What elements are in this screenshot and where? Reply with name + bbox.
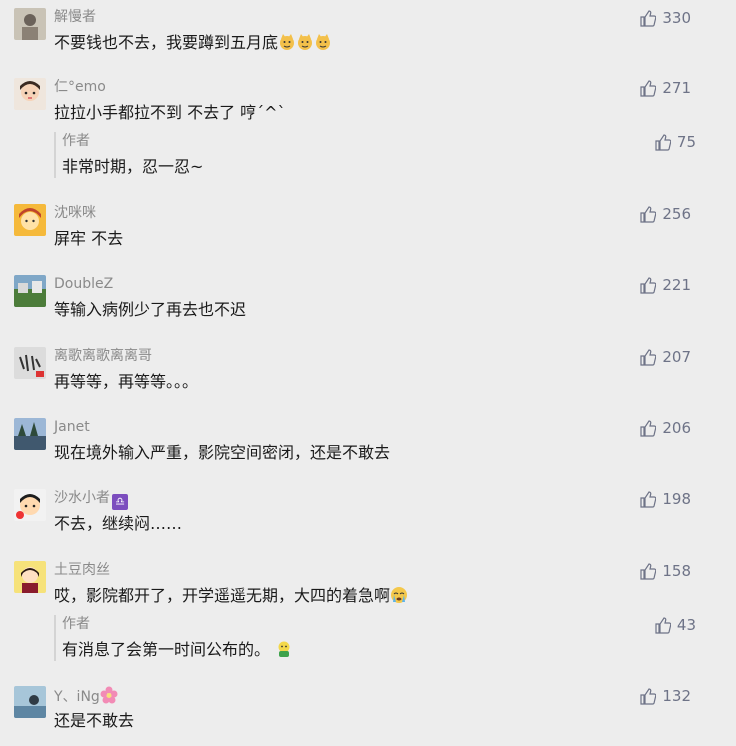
comment-text: 不要钱也不去，我要蹲到五月底 (54, 32, 332, 54)
nickname[interactable]: 离歌离歌离离哥 (54, 347, 152, 365)
like-count: 221 (662, 276, 691, 294)
avatar[interactable] (14, 8, 46, 40)
like-button[interactable]: 206 (640, 418, 691, 438)
like-count: 43 (676, 616, 696, 634)
comment-text-body: 不要钱也不去，我要蹲到五月底 (54, 33, 279, 52)
cat-face-emoji (296, 33, 314, 52)
reply-author: 作者 (62, 133, 90, 149)
reply-text: 有消息了会第一时间公布的。 (62, 639, 293, 661)
thumbs-up-icon (640, 205, 657, 223)
like-button[interactable]: 221 (640, 275, 691, 295)
avatar[interactable] (14, 561, 46, 593)
like-count: 256 (662, 205, 691, 223)
thumbs-up-icon (655, 133, 671, 151)
thumbs-up-icon (640, 348, 657, 366)
comment-text: 等输入病例少了再去也不迟 (54, 300, 247, 319)
flower-emoji (100, 686, 118, 705)
avatar[interactable] (14, 204, 46, 236)
cat-face-emoji (278, 33, 296, 52)
nickname[interactable]: Y、iNg (54, 686, 118, 705)
nickname[interactable]: 仁°emo (54, 78, 106, 96)
like-button[interactable]: 198 (640, 489, 691, 509)
nickname-text: Y、iNg (54, 689, 100, 705)
like-count: 198 (662, 490, 691, 508)
like-button[interactable]: 271 (640, 78, 691, 98)
thumbs-up-icon (640, 687, 657, 705)
avatar[interactable] (14, 78, 46, 110)
comment-text-body: 哎，影院都开了，开学遥遥无期，大四的着急啊 (54, 586, 391, 605)
like-button[interactable]: 43 (655, 615, 696, 635)
comment-text: 现在境外输入严重，影院空间密闭，还是不敢去 (54, 443, 391, 462)
thumbs-up-icon (655, 616, 671, 634)
reply-text: 非常时期，忍一忍~ (62, 157, 204, 176)
nickname[interactable]: 解慢者 (54, 8, 96, 26)
like-count: 206 (662, 419, 691, 437)
nickname[interactable]: 沙水小者 ♎ (54, 489, 128, 510)
libra-badge-icon: ♎ (112, 494, 128, 510)
reply-text-body: 有消息了会第一时间公布的。 (62, 640, 271, 659)
smile-sticker-emoji (275, 640, 293, 659)
comment-text: 不去，继续闷…… (54, 514, 183, 533)
avatar[interactable] (14, 489, 46, 521)
nickname[interactable]: 沈咪咪 (54, 204, 96, 222)
like-button[interactable]: 256 (640, 204, 691, 224)
like-count: 330 (662, 9, 691, 27)
like-button[interactable]: 207 (640, 347, 691, 367)
cat-face-emoji (314, 33, 332, 52)
reply-author: 作者 (62, 616, 90, 632)
avatar[interactable] (14, 275, 46, 307)
nickname[interactable]: 土豆肉丝 (54, 561, 110, 579)
comment-text: 哎，影院都开了，开学遥遥无期，大四的着急啊 (54, 585, 408, 607)
like-button[interactable]: 75 (655, 132, 696, 152)
like-count: 75 (676, 133, 696, 151)
avatar[interactable] (14, 686, 46, 718)
thumbs-up-icon (640, 79, 657, 97)
comment-text: 屏牢 不去 (54, 229, 124, 248)
comment-list: 解慢者 不要钱也不去，我要蹲到五月底 330 仁°emo 拉拉小手都拉不到 不去… (0, 0, 736, 746)
thumbs-up-icon (640, 419, 657, 437)
avatar[interactable] (14, 347, 46, 379)
author-reply: 作者 非常时期，忍一忍~ 75 (54, 132, 696, 178)
like-count: 132 (662, 687, 691, 705)
crying-face-emoji (390, 586, 408, 605)
thumbs-up-icon (640, 562, 657, 580)
thumbs-up-icon (640, 490, 657, 508)
nickname[interactable]: Janet (54, 418, 90, 436)
nickname[interactable]: DoubleZ (54, 275, 113, 293)
comment-text: 还是不敢去 (54, 711, 135, 730)
like-button[interactable]: 158 (640, 561, 691, 581)
like-button[interactable]: 132 (640, 686, 691, 706)
author-reply: 作者 有消息了会第一时间公布的。 43 (54, 615, 696, 661)
thumbs-up-icon (640, 276, 657, 294)
like-count: 207 (662, 348, 691, 366)
thumbs-up-icon (640, 9, 657, 27)
like-count: 158 (662, 562, 691, 580)
comment-text: 拉拉小手都拉不到 不去了 哼ˊ^ˋ (54, 103, 286, 122)
avatar[interactable] (14, 418, 46, 450)
like-count: 271 (662, 79, 691, 97)
nickname-text: 沙水小者 (54, 490, 110, 506)
comment-text: 再等等，再等等。。。 (54, 372, 199, 391)
like-button[interactable]: 330 (640, 8, 691, 28)
